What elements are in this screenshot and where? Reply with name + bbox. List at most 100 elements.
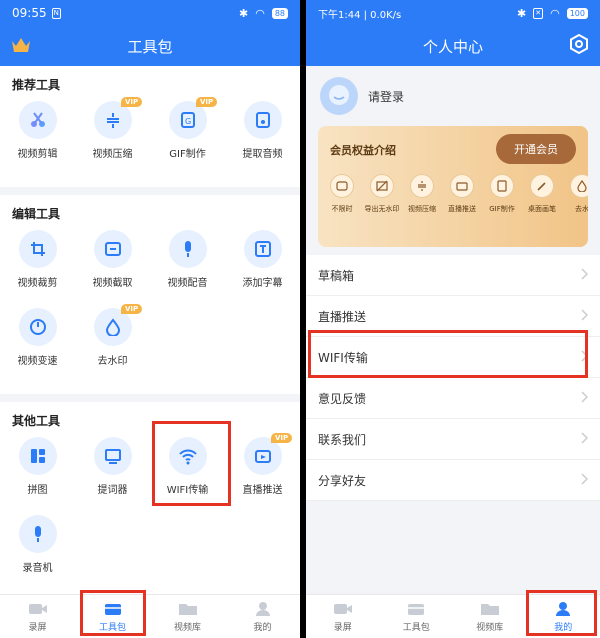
mic-icon [168, 230, 207, 268]
tool-teleprompter[interactable]: 提词器 [75, 437, 150, 515]
vip-badge: VIP [121, 97, 143, 107]
chevron-right-icon [581, 350, 588, 362]
open-vip-button[interactable]: 开通会员 [496, 134, 576, 164]
menu-item-drafts[interactable]: 草稿箱 [306, 255, 600, 296]
mic-icon [18, 515, 57, 553]
user-icon [556, 601, 571, 616]
cut-icon [93, 230, 132, 268]
avatar [320, 77, 358, 115]
tool-puzzle[interactable]: 拼图 [0, 437, 75, 515]
music-icon [243, 101, 282, 139]
perk-item: 不限时 [322, 174, 362, 214]
tool-video-trim[interactable]: 视频截取 [75, 230, 150, 308]
title-bar: 个人中心 [306, 26, 600, 66]
perk-item: 去水 [562, 174, 588, 214]
subtitle-icon [243, 230, 282, 268]
nav-mine[interactable]: 我的 [527, 595, 600, 638]
tool-extract-audio[interactable]: 提取音频 [225, 101, 300, 179]
nav-toolbox[interactable]: 工具包 [75, 595, 150, 638]
section-title: 其他工具 [12, 414, 61, 428]
brush-icon [530, 174, 554, 198]
profile-header[interactable]: 请登录 [306, 66, 600, 126]
section-title: 编辑工具 [12, 207, 61, 221]
nav-mine[interactable]: 我的 [225, 595, 300, 638]
vip-card-title: 会员权益介绍 [330, 144, 396, 157]
scissors-icon [18, 101, 57, 139]
bottom-nav: 录屏 工具包 视频库 我的 [0, 594, 300, 638]
wifi-status-icon: ◠ [550, 6, 560, 20]
right-screen: 下午1:44 | 0.0K/s ✱ ✕ ◠ 100 个人中心 请登录 会员权益介… [306, 0, 600, 638]
vip-badge: VIP [196, 97, 218, 107]
vip-card: 会员权益介绍 开通会员 不限时 导出无水印 视频压缩 直播推送 GIF制作 桌面… [318, 126, 588, 247]
nav-record[interactable]: 录屏 [0, 595, 75, 638]
status-bar: 09:55 N ✱ ◠ 88 [0, 0, 300, 26]
page-title: 个人中心 [422, 37, 483, 56]
perk-item: 视频压缩 [402, 174, 442, 214]
perk-item: 桌面画笔 [522, 174, 562, 214]
no-watermark-icon [370, 174, 394, 198]
crown-icon[interactable] [10, 35, 32, 59]
folder-icon [178, 603, 197, 615]
nav-video-library[interactable]: 视频库 [150, 595, 225, 638]
tool-gif[interactable]: VIP G GIF制作 [150, 97, 225, 179]
prompter-icon [93, 437, 132, 475]
svg-text:G: G [185, 117, 191, 126]
vip-perks: 不限时 导出无水印 视频压缩 直播推送 GIF制作 桌面画笔 去水 [322, 174, 588, 214]
speed-icon [18, 308, 57, 346]
section-title: 推荐工具 [12, 78, 61, 92]
status-time: 09:55 [12, 6, 47, 20]
menu-item-wifi-transfer[interactable]: WIFI传输 [306, 337, 600, 378]
menu-item-live-push[interactable]: 直播推送 [306, 296, 600, 337]
tool-video-compress[interactable]: VIP 视频压缩 [75, 97, 150, 179]
menu-item-share[interactable]: 分享好友 [306, 460, 600, 501]
user-icon [255, 601, 270, 616]
chevron-right-icon [581, 432, 588, 444]
bottom-nav: 录屏 工具包 视频库 我的 [306, 594, 600, 638]
drop-icon [570, 174, 588, 198]
puzzle-icon [18, 437, 57, 475]
notification-icon: N [51, 7, 61, 19]
folder-icon [480, 603, 499, 615]
nav-record[interactable]: 录屏 [306, 595, 380, 638]
vip-badge: VIP [271, 433, 293, 443]
title-bar: 工具包 [0, 26, 300, 66]
status-bar: 下午1:44 | 0.0K/s ✱ ✕ ◠ 100 [306, 0, 600, 26]
settings-icon[interactable] [570, 33, 588, 58]
menu-item-feedback[interactable]: 意见反馈 [306, 378, 600, 419]
tool-recorder[interactable]: 录音机 [0, 515, 75, 593]
infinity-icon [330, 174, 354, 198]
battery-icon: 88 [271, 7, 288, 19]
toolbox-icon [408, 603, 425, 615]
tool-remove-watermark[interactable]: VIP 去水印 [75, 304, 150, 386]
other-tools-section: 其他工具 拼图 提词器 WIFI传输 VIP 直播推送 录音机 [0, 402, 300, 601]
bluetooth-icon: ✱ [517, 6, 527, 20]
settings-menu: 草稿箱 直播推送 WIFI传输 意见反馈 联系我们 分享好友 [306, 255, 600, 501]
tool-dubbing[interactable]: 视频配音 [150, 230, 225, 308]
chevron-right-icon [581, 473, 588, 485]
tool-wifi-transfer[interactable]: WIFI传输 [150, 437, 225, 515]
camera-icon [333, 603, 352, 614]
perk-item: GIF制作 [482, 174, 522, 214]
tool-subtitle[interactable]: 添加字幕 [225, 230, 300, 308]
toolbox-icon [104, 603, 121, 615]
wifi-status-icon: ◠ [255, 6, 265, 20]
chevron-right-icon [581, 391, 588, 403]
login-link[interactable]: 请登录 [368, 88, 404, 105]
tool-live-push[interactable]: VIP 直播推送 [225, 433, 300, 515]
nav-video-library[interactable]: 视频库 [453, 595, 527, 638]
menu-item-contact[interactable]: 联系我们 [306, 419, 600, 460]
edit-tools-section: 编辑工具 视频裁剪 视频截取 视频配音 添加字幕 视频变速 VIP 去水印 [0, 195, 300, 394]
compress-icon [410, 174, 434, 198]
tool-video-crop[interactable]: 视频裁剪 [0, 230, 75, 308]
tool-video-edit[interactable]: 视频剪辑 [0, 101, 75, 179]
chevron-right-icon [581, 268, 588, 280]
nav-toolbox[interactable]: 工具包 [380, 595, 454, 638]
tool-speed[interactable]: 视频变速 [0, 308, 75, 386]
page-title: 工具包 [127, 37, 173, 56]
wifi-icon [168, 437, 207, 475]
sim-icon: ✕ [533, 7, 544, 19]
status-time: 下午1:44 | 0.0K/s [318, 9, 402, 21]
live-icon [450, 174, 474, 198]
bluetooth-icon: ✱ [238, 6, 249, 20]
vip-badge: VIP [121, 304, 143, 314]
